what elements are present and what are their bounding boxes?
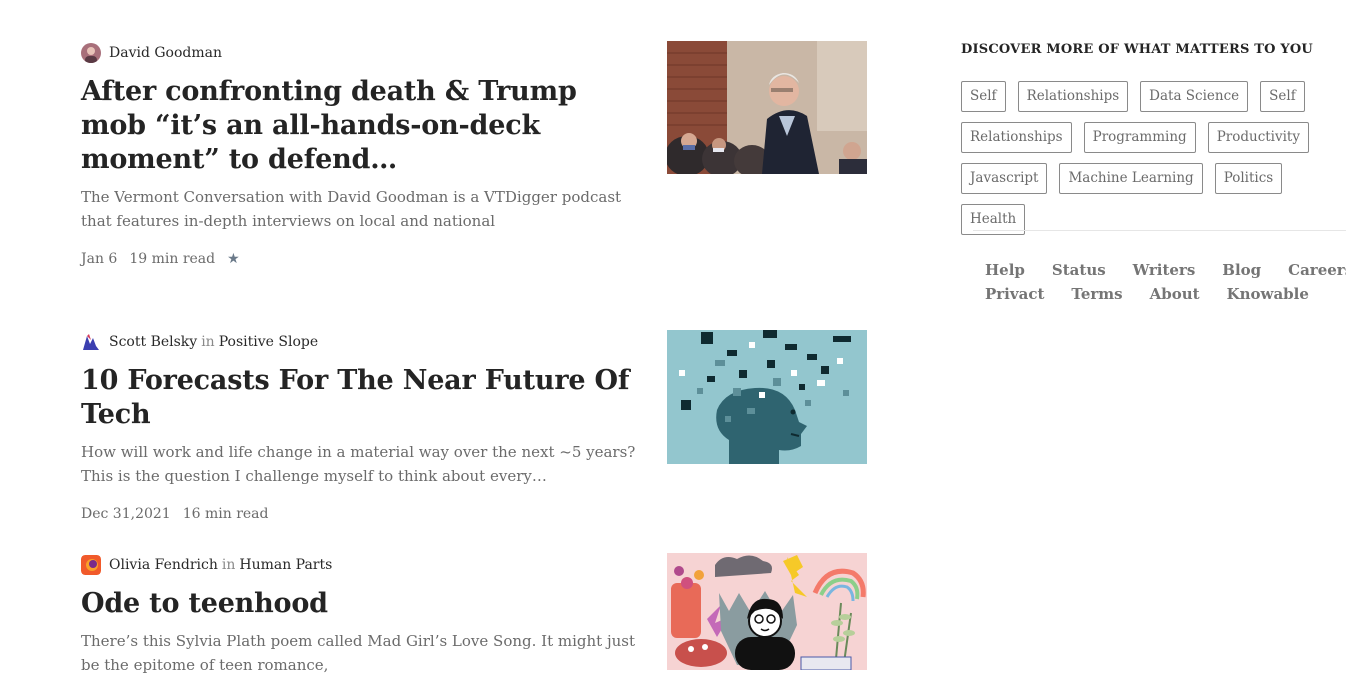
topic-tag[interactable]: Data Science	[1140, 81, 1249, 112]
author-avatar[interactable]	[81, 555, 101, 575]
topic-tag[interactable]: Javascript	[961, 163, 1048, 194]
topic-tag[interactable]: Politics	[1214, 163, 1283, 194]
post-excerpt[interactable]: The Vermont Conversation with David Good…	[81, 185, 646, 233]
footer-link-terms[interactable]: Terms	[1071, 285, 1122, 303]
footer-link-about[interactable]: About	[1150, 285, 1200, 303]
read-time: 16 min read	[182, 506, 269, 522]
member-star-icon: ★	[227, 251, 240, 267]
post-title[interactable]: After confronting death & Trump mob “it’…	[81, 75, 641, 177]
author-name[interactable]: Scott Belsky	[109, 334, 197, 350]
topic-tag[interactable]: Machine Learning	[1059, 163, 1203, 194]
post-thumbnail[interactable]	[667, 330, 867, 464]
post-title[interactable]: Ode to teenhood	[81, 587, 641, 621]
topic-tag[interactable]: Relationships	[961, 122, 1072, 153]
post-title[interactable]: 10 Forecasts For The Near Future Of Tech	[81, 364, 641, 432]
post-excerpt[interactable]: How will work and life change in a mater…	[81, 440, 646, 488]
topic-tag[interactable]: Relationships	[1017, 81, 1129, 112]
author-name[interactable]: David Goodman	[109, 45, 222, 61]
footer-link-privacy[interactable]: Privact	[985, 285, 1044, 303]
sidebar: DISCOVER MORE OF WHAT MATTERS TO YOU Sel…	[961, 42, 1346, 303]
footer-links: Help Status Writers Blog Careers Privact…	[985, 258, 1346, 306]
collage-illustration-icon	[667, 553, 867, 670]
post-thumbnail[interactable]	[667, 553, 867, 670]
author-avatar[interactable]	[81, 332, 101, 352]
in-label: in	[201, 334, 215, 350]
post-card[interactable]: David Goodman After confronting death & …	[81, 41, 871, 267]
footer-link-status[interactable]: Status	[1052, 261, 1106, 279]
post-card[interactable]: Scott Belsky in Positive Slope 10 Foreca…	[81, 330, 871, 522]
publication-name[interactable]: Positive Slope	[219, 334, 318, 350]
topic-tags: Self Relationships Data Science Self Rel…	[961, 81, 1341, 245]
read-time: 19 min read	[129, 251, 216, 267]
author-avatar[interactable]	[81, 43, 101, 63]
speaker-photo-icon	[667, 41, 867, 174]
post-meta: Jan 6 19 min read ★	[81, 251, 871, 267]
author-name[interactable]: Olivia Fendrich	[109, 557, 218, 573]
pixel-head-illustration-icon	[667, 330, 867, 464]
footer-link-careers[interactable]: Careers	[1288, 261, 1346, 279]
topic-tag[interactable]: Self	[1260, 81, 1305, 112]
footer-link-help[interactable]: Help	[985, 261, 1025, 279]
topic-tag[interactable]: Programming	[1083, 122, 1196, 153]
post-card[interactable]: Olivia Fendrich in Human Parts Ode to te…	[81, 553, 871, 677]
topic-tag[interactable]: Self	[961, 81, 1006, 112]
footer-link-blog[interactable]: Blog	[1222, 261, 1261, 279]
footer-link-writers[interactable]: Writers	[1133, 261, 1196, 279]
post-date: Dec 31,2021	[81, 506, 171, 522]
discover-heading: DISCOVER MORE OF WHAT MATTERS TO YOU	[961, 42, 1313, 57]
publication-name[interactable]: Human Parts	[239, 557, 332, 573]
sidebar-divider	[973, 230, 1346, 231]
topic-tag[interactable]: Productivity	[1207, 122, 1309, 153]
post-meta: Dec 31,2021 16 min read	[81, 506, 871, 522]
post-thumbnail[interactable]	[667, 41, 867, 174]
in-label: in	[221, 557, 236, 573]
footer-link-knowable[interactable]: Knowable	[1227, 285, 1309, 303]
post-date: Jan 6	[81, 251, 118, 267]
